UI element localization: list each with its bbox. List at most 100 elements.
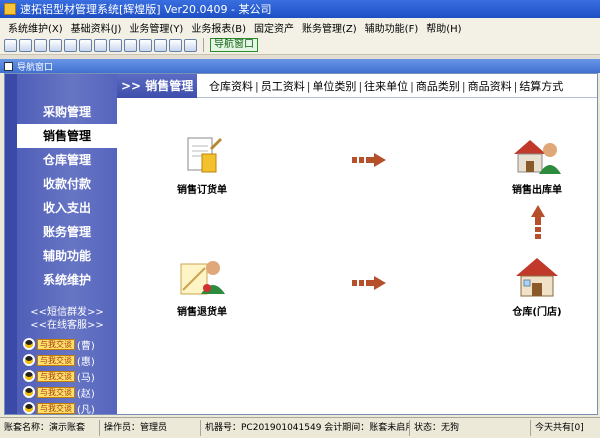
sidebar-item-sales[interactable]: 销售管理 <box>17 124 117 148</box>
qq-contact[interactable]: 与我交谈 (赵) <box>23 384 113 400</box>
menu-basic-data[interactable]: 基础资料(J) <box>67 20 126 35</box>
exit-icon[interactable] <box>184 38 197 52</box>
chat-button[interactable]: 与我交谈 <box>37 386 75 398</box>
toolbar-icon-7[interactable] <box>94 38 107 52</box>
menu-fixed-assets[interactable]: 固定资产 <box>250 20 298 35</box>
toolbar-icon-5[interactable] <box>64 38 77 52</box>
toolbar-icon-4[interactable] <box>49 38 62 52</box>
sidebar-item-purchase[interactable]: 采购管理 <box>17 100 117 124</box>
toolbar-icon-6[interactable] <box>79 38 92 52</box>
chat-button[interactable]: 与我交谈 <box>37 402 75 414</box>
status-account: 账套名称：演示账套 <box>0 420 100 436</box>
link-separator: | <box>461 79 466 93</box>
menu-accounting[interactable]: 账务管理(Z) <box>298 20 361 35</box>
toolbar-icon-8[interactable] <box>109 38 122 52</box>
toolbar-icon-1[interactable] <box>4 38 17 52</box>
qq-penguin-icon <box>23 402 35 414</box>
sidebar-links: <<短信群发>> <<在线客服>> <box>17 306 117 332</box>
sidebar-item-receipts-payments[interactable]: 收款付款 <box>17 172 117 196</box>
sales-outbound-label: 销售出库单 <box>512 185 562 196</box>
chat-button[interactable]: 与我交谈 <box>37 370 75 382</box>
sidebar: 采购管理 销售管理 仓库管理 收款付款 收入支出 账务管理 辅助功能 系统维护 … <box>5 74 117 416</box>
arrow-right-icon <box>352 153 386 167</box>
qq-contact-list: 与我交谈 (曹) 与我交谈 (惠) 与我交谈 (马) 与我交谈 (赵) 与我交谈 <box>23 336 113 416</box>
app-icon <box>4 3 16 15</box>
document-pencil-icon <box>187 137 222 173</box>
module-header: >> 销售管理 仓库资料 | 员工资料 | 单位类别 | 往来单位 | 商品类别 | 商品资料 | 结算… <box>117 73 597 98</box>
menu-business-management[interactable]: 业务管理(Y) <box>125 20 187 35</box>
sidebar-item-warehouse[interactable]: 仓库管理 <box>17 148 117 172</box>
link-product-data[interactable]: 商品资料 <box>468 80 512 93</box>
qq-penguin-icon <box>23 338 35 350</box>
link-separator: | <box>255 79 259 93</box>
warehouse-label: 仓库(门店) <box>512 307 562 318</box>
toolbar-icon-2[interactable] <box>19 38 32 52</box>
qq-contact-name: (曹) <box>77 340 95 352</box>
sales-order-item[interactable]: 销售订货单 <box>162 134 242 196</box>
toolbar: 导航窗口 <box>0 36 600 55</box>
status-today: 今天共有[0] <box>535 423 584 433</box>
link-separator: | <box>358 79 363 93</box>
qq-contact[interactable]: 与我交谈 (马) <box>23 368 113 384</box>
toolbar-icon-3[interactable] <box>34 38 47 52</box>
status-state: 状态：无狗 <box>410 420 531 436</box>
warehouse-item[interactable]: 仓库(门店) <box>497 256 577 318</box>
qq-penguin-icon <box>23 370 35 382</box>
house-user-icon <box>514 140 561 174</box>
sidebar-item-accounting[interactable]: 账务管理 <box>17 220 117 244</box>
menu-auxiliary[interactable]: 辅助功能(F) <box>361 20 423 35</box>
window-icon <box>4 61 13 71</box>
sidebar-list: 采购管理 销售管理 仓库管理 收款付款 收入支出 账务管理 辅助功能 系统维护 <box>17 100 117 292</box>
qq-contact-name: (赵) <box>77 388 95 400</box>
warehouse-house-icon <box>516 258 558 297</box>
qq-contact-name: (凡) <box>77 404 95 416</box>
sales-order-label: 销售订货单 <box>177 185 227 196</box>
menu-bar: 系统维护(X) 基础资料(J) 业务管理(Y) 业务报表(B) 固定资产 账务管… <box>0 18 600 36</box>
sms-broadcast-link[interactable]: <<短信群发>> <box>17 306 117 319</box>
qq-contact-name: (惠) <box>77 356 95 368</box>
arrow-right-icon <box>352 276 386 290</box>
sidebar-strip <box>5 74 17 414</box>
subwindow-title: 导航窗口 <box>17 62 54 73</box>
arrow-up-icon <box>531 205 545 239</box>
document-user-return-icon <box>180 261 225 295</box>
status-operator: 操作员：管理员 <box>100 420 201 436</box>
sales-return-label: 销售退货单 <box>177 307 227 318</box>
link-product-category[interactable]: 商品类别 <box>416 80 460 93</box>
menu-business-reports[interactable]: 业务报表(B) <box>187 20 250 35</box>
link-settlement-method[interactable]: 结算方式 <box>519 80 563 93</box>
toolbar-icon-11[interactable] <box>154 38 167 52</box>
online-support-link[interactable]: <<在线客服>> <box>17 319 117 332</box>
status-bar: 账套名称：演示账套 操作员：管理员 机器号：PC201901041549 会计期… <box>0 417 600 438</box>
toolbar-icon-9[interactable] <box>124 38 137 52</box>
subwindow-title-bar: 导航窗口 <box>0 59 600 73</box>
menu-system-maintenance[interactable]: 系统维护(X) <box>4 20 67 35</box>
module-quick-links: 仓库资料 | 员工资料 | 单位类别 | 往来单位 | 商品类别 | 商品资料 | 结算方式 <box>197 78 563 94</box>
link-unit-category[interactable]: 单位类别 <box>312 80 356 93</box>
toolbar-icon-10[interactable] <box>139 38 152 52</box>
sales-return-item[interactable]: 销售退货单 <box>162 256 242 318</box>
nav-window-button[interactable]: 导航窗口 <box>210 38 258 52</box>
sidebar-item-income-expense[interactable]: 收入支出 <box>17 196 117 220</box>
link-warehouse-data[interactable]: 仓库资料 <box>209 80 253 93</box>
chat-button[interactable]: 与我交谈 <box>37 338 75 350</box>
nav-window: 采购管理 销售管理 仓库管理 收款付款 收入支出 账务管理 辅助功能 系统维护 … <box>4 73 598 416</box>
qq-penguin-icon <box>23 354 35 366</box>
chat-button[interactable]: 与我交谈 <box>37 354 75 366</box>
link-trading-partners[interactable]: 往来单位 <box>364 80 408 93</box>
sidebar-item-system[interactable]: 系统维护 <box>17 268 117 292</box>
link-employee-data[interactable]: 员工资料 <box>261 80 305 93</box>
menu-help[interactable]: 帮助(H) <box>422 20 465 35</box>
title-bar: 速拓铝型材管理系统[辉煌版] Ver20.0409 - 某公司 <box>0 0 600 18</box>
sales-outbound-item[interactable]: 销售出库单 <box>497 134 577 196</box>
qq-penguin-icon <box>23 386 35 398</box>
qq-contact[interactable]: 与我交谈 (曹) <box>23 336 113 352</box>
status-machine: 机器号：PC201901041549 会计期间：账套未启用 <box>201 420 410 436</box>
qq-contact-name: (马) <box>77 372 95 384</box>
sidebar-item-auxiliary[interactable]: 辅助功能 <box>17 244 117 268</box>
qq-contact[interactable]: 与我交谈 (凡) <box>23 400 113 416</box>
help-icon[interactable] <box>169 38 182 52</box>
toolbar-separator <box>203 38 204 52</box>
module-title: >> 销售管理 <box>117 73 197 98</box>
qq-contact[interactable]: 与我交谈 (惠) <box>23 352 113 368</box>
